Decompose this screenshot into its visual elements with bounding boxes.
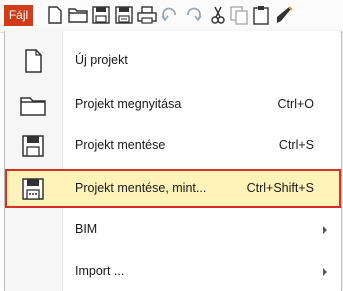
menu-item-open-project[interactable]: Projekt megnyitása Ctrl+O bbox=[5, 85, 341, 124]
submenu-arrow-icon bbox=[323, 226, 327, 234]
menu-item-label: Projekt mentése, mint... bbox=[75, 181, 207, 195]
save-icon bbox=[19, 132, 47, 160]
redo-icon[interactable] bbox=[182, 4, 204, 26]
menu-item-new-project[interactable]: Új projekt bbox=[5, 41, 341, 80]
menu-item-save-project-as[interactable]: Projekt mentése, mint... Ctrl+Shift+S bbox=[5, 169, 341, 208]
cut-icon[interactable] bbox=[207, 4, 229, 26]
save-icon[interactable] bbox=[90, 4, 112, 26]
save-as-icon[interactable] bbox=[113, 4, 135, 26]
new-file-icon bbox=[19, 47, 47, 75]
open-folder-icon bbox=[19, 91, 47, 119]
menu-item-label: Új projekt bbox=[75, 53, 128, 67]
save-as-icon bbox=[19, 175, 47, 203]
menu-item-label: Import ... bbox=[75, 264, 125, 278]
menu-item-label: Projekt mentése bbox=[75, 138, 166, 152]
menu-item-import[interactable]: Import ... bbox=[5, 252, 341, 291]
format-brush-icon[interactable] bbox=[273, 4, 295, 26]
print-icon[interactable] bbox=[136, 4, 158, 26]
file-menu: Új projekt Projekt megnyitása Ctrl+O Pro… bbox=[4, 31, 342, 291]
submenu-arrow-icon bbox=[323, 268, 327, 276]
menu-item-label: Projekt megnyitása bbox=[75, 97, 182, 111]
menu-item-shortcut: Ctrl+O bbox=[277, 97, 314, 111]
paste-icon[interactable] bbox=[250, 4, 272, 26]
menu-item-bim[interactable]: BIM bbox=[5, 210, 341, 249]
open-folder-icon[interactable] bbox=[67, 4, 89, 26]
copy-icon[interactable] bbox=[228, 4, 250, 26]
new-file-icon[interactable] bbox=[44, 4, 66, 26]
quick-access-toolbar: Fájl bbox=[0, 0, 343, 33]
menu-item-shortcut: Ctrl+S bbox=[278, 138, 314, 152]
file-tab[interactable]: Fájl bbox=[4, 5, 33, 26]
menu-item-label: BIM bbox=[75, 222, 98, 236]
menu-item-save-project[interactable]: Projekt mentése Ctrl+S bbox=[5, 126, 341, 165]
menu-item-shortcut: Ctrl+Shift+S bbox=[246, 181, 314, 195]
undo-icon[interactable] bbox=[159, 4, 181, 26]
